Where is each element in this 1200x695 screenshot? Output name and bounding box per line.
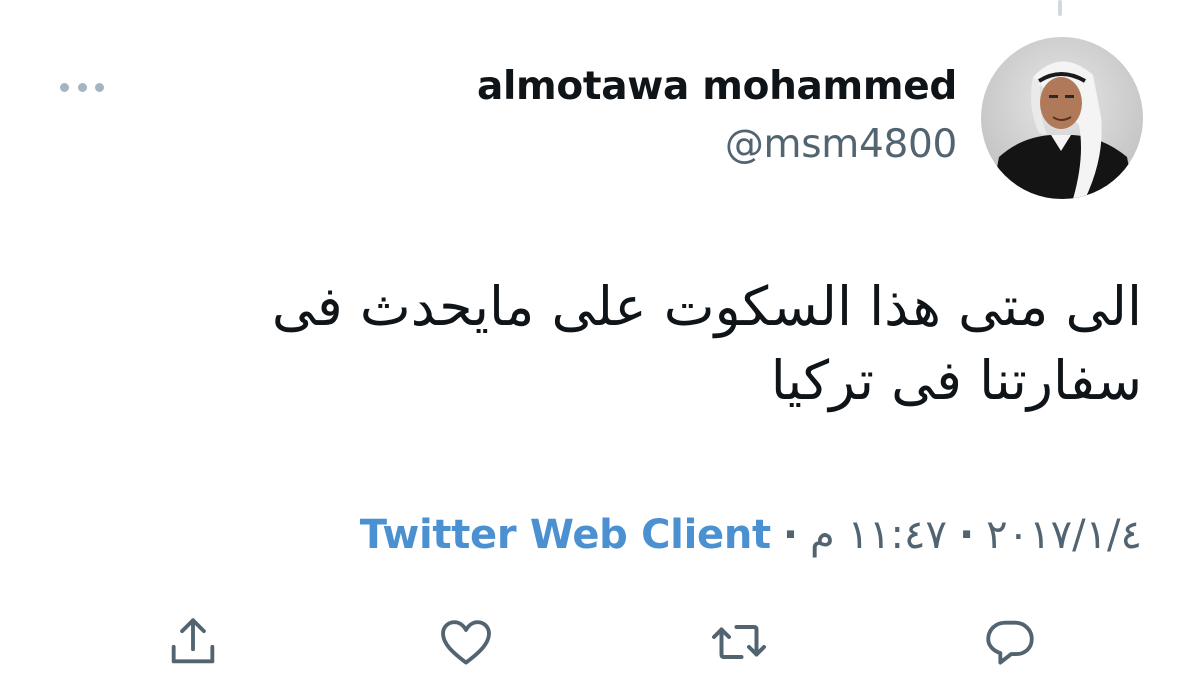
- more-options-icon[interactable]: [60, 76, 104, 98]
- share-button[interactable]: [163, 612, 223, 672]
- tweet-text: الى متى هذا السكوت على مايحدث فى سفارتنا…: [271, 275, 1142, 412]
- tweet-action-bar: [0, 612, 1200, 672]
- heart-icon: [437, 613, 495, 671]
- retweet-icon: [709, 612, 769, 672]
- avatar[interactable]: [981, 37, 1143, 199]
- display-name[interactable]: almotawa mohammed: [477, 64, 957, 109]
- thread-connector-line: [1058, 0, 1062, 16]
- like-button[interactable]: [436, 612, 496, 672]
- tweet-time[interactable]: ١١:٤٧ م: [810, 512, 947, 558]
- retweet-button[interactable]: [709, 612, 769, 672]
- separator-dot: ·: [958, 512, 975, 558]
- tweet-date[interactable]: ٢٠١٧/١/٤: [986, 512, 1142, 558]
- more-dot: [95, 82, 104, 92]
- more-dot: [60, 82, 69, 92]
- reply-button[interactable]: [980, 612, 1040, 672]
- separator-dot: ·: [782, 512, 799, 558]
- share-upload-icon: [164, 613, 222, 671]
- user-handle[interactable]: @msm4800: [725, 122, 957, 167]
- tweet-metadata: Twitter Web Client · ١١:٤٧ م · ٢٠١٧/١/٤: [360, 512, 1142, 558]
- source-link[interactable]: Twitter Web Client: [360, 512, 771, 558]
- more-dot: [77, 82, 87, 92]
- reply-bubble-icon: [981, 613, 1039, 671]
